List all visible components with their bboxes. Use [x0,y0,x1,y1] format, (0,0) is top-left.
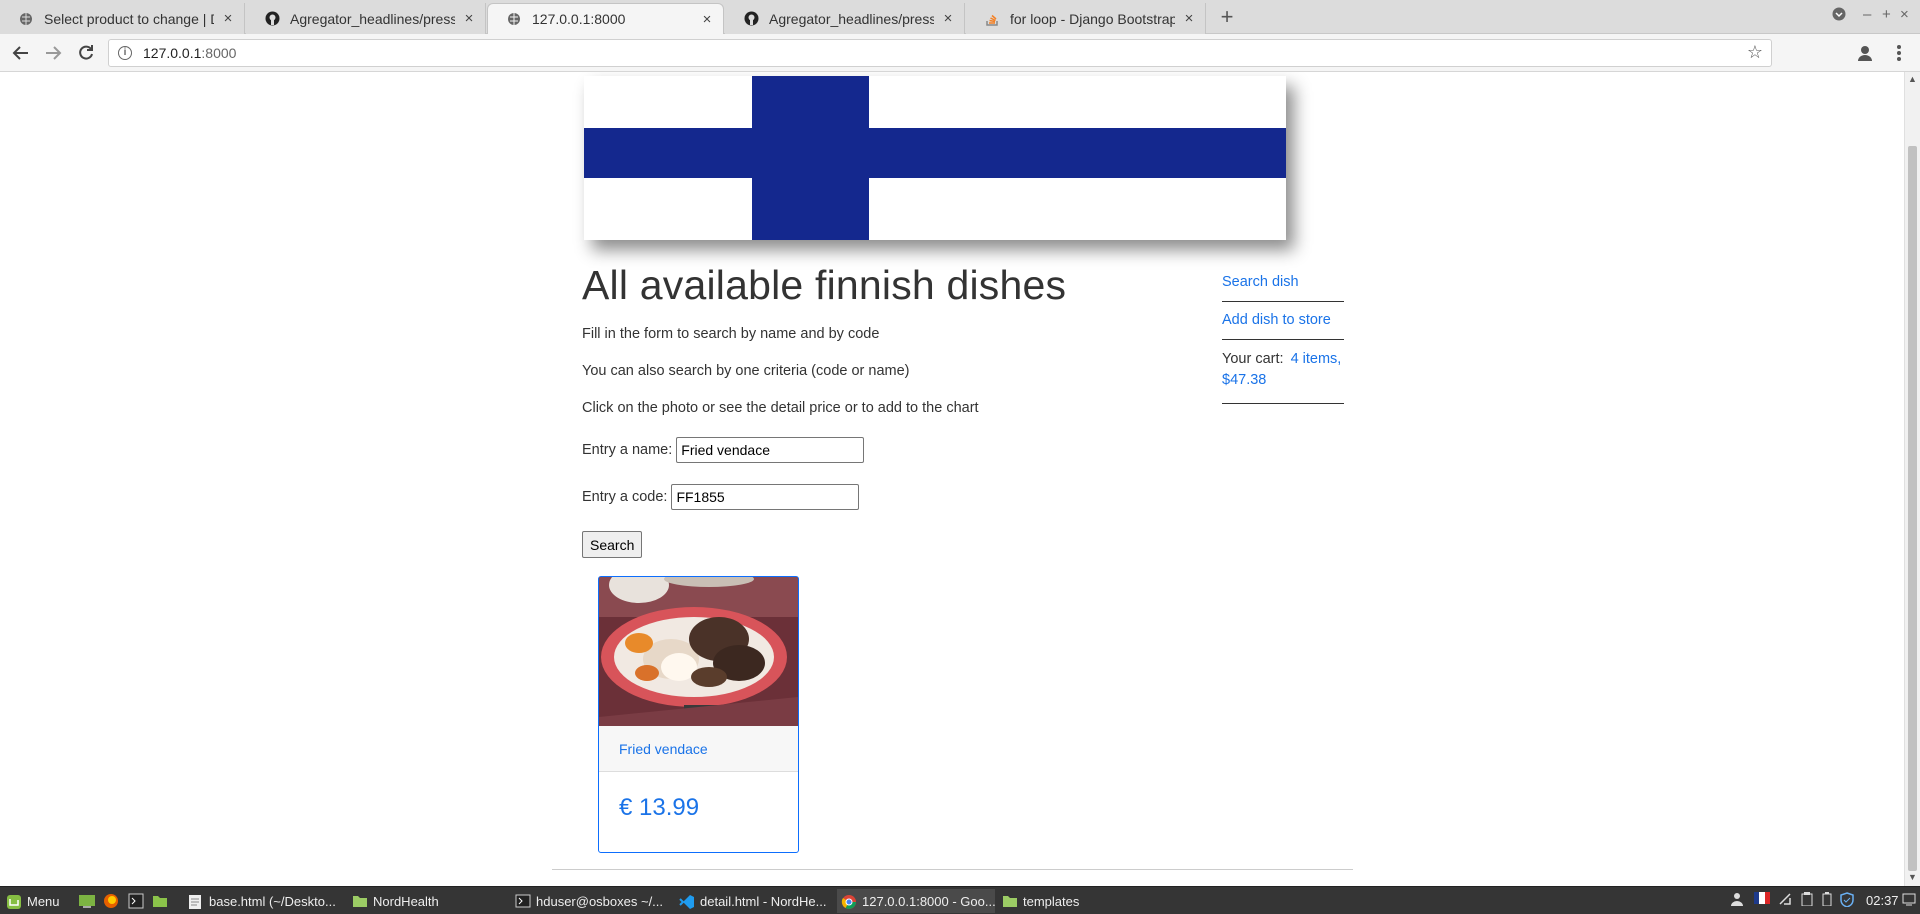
notifications-icon[interactable] [1902,892,1916,909]
address-bar[interactable]: i 127.0.0.1:8000 ☆ [108,39,1772,67]
sidebar-item-add: Add dish to store [1222,302,1344,340]
search-button[interactable]: Search [582,531,643,558]
tab-title: 127.0.0.1:8000 [532,11,626,27]
add-dish-link[interactable]: Add dish to store [1222,312,1331,328]
tab-title: for loop - Django Bootstrap card [1010,10,1175,27]
menu-label: Menu [27,893,60,909]
maximize-button[interactable]: + [1882,6,1891,23]
code-input[interactable] [671,484,860,510]
forward-arrow-icon[interactable] [40,40,66,66]
scroll-up-arrow-icon[interactable]: ▲ [1908,74,1917,84]
tab-title: Agregator_headlines/presses_fr [290,10,455,27]
instruction-text: You can also search by one criteria (cod… [582,363,910,379]
shield-icon[interactable] [1840,892,1854,910]
name-input[interactable] [676,437,865,463]
sidebar-item-search: Search dish [1222,264,1344,302]
close-tab-icon[interactable]: × [461,10,477,27]
instruction-text: Click on the photo or see the detail pri… [582,400,979,416]
taskbar-window-6[interactable]: templates [998,889,1118,913]
clipboard-icon[interactable] [1800,892,1814,909]
taskbar-window-1[interactable]: base.html (~/Deskto... [184,889,344,913]
new-tab-button[interactable]: + [1214,4,1240,30]
page-title: All available finnish dishes [582,262,1067,308]
minimize-button[interactable]: – [1863,6,1871,23]
tab-title: Select product to change | Django [44,10,214,27]
browser-tab-3[interactable]: 127.0.0.1:8000 × [487,3,724,34]
browser-tab-1[interactable]: Select product to change | Django × [0,3,245,34]
close-window-button[interactable]: × [1900,6,1909,23]
clock[interactable]: 02:37 [1866,893,1899,908]
site-info-icon[interactable]: i [118,46,132,60]
folder-icon [1002,894,1018,908]
taskbar-window-2[interactable]: NordHealth [348,889,508,913]
dish-photo[interactable] [599,577,798,726]
terminal-icon [515,894,531,908]
close-tab-icon[interactable]: × [940,10,956,27]
page-scrollbar[interactable]: ▲ ▼ [1904,72,1920,886]
tab-search-icon[interactable] [1832,7,1846,25]
bookmark-star-icon[interactable]: ☆ [1747,42,1763,63]
footer-divider [552,869,1353,870]
cart-total-link[interactable]: $47.38 [1222,372,1266,388]
page-viewport: All available finnish dishes Fill in the… [0,72,1904,886]
profile-icon[interactable] [1852,40,1878,66]
reload-icon[interactable] [73,40,99,66]
flag-horizontal-stripe [584,128,1286,178]
browser-tab-4[interactable]: Agregator_headlines/presses_fr × [725,3,965,34]
github-icon [264,11,280,27]
start-menu-button[interactable]: Menu [2,889,70,913]
close-tab-icon[interactable]: × [1181,10,1197,27]
code-label: Entry a code: [582,489,668,505]
os-taskbar: Menu base.html (~/Deskto... NordHealth h… [0,886,1920,914]
browser-tab-5[interactable]: for loop - Django Bootstrap card × [966,3,1206,34]
card-title-link[interactable]: Fried vendace [599,726,798,772]
user-icon[interactable] [1730,892,1744,909]
main-content: All available finnish dishes Fill in the… [582,262,1182,558]
scrollbar-thumb[interactable] [1908,146,1917,871]
close-tab-icon[interactable]: × [220,10,236,27]
taskbar-window-4[interactable]: detail.html - NordHe... [675,889,835,913]
github-icon [743,11,759,27]
name-label: Entry a name: [582,442,673,458]
firefox-icon[interactable] [99,889,119,913]
terminal-launcher-icon[interactable] [124,889,144,913]
scroll-down-arrow-icon[interactable]: ▼ [1908,872,1917,882]
code-field-row: Entry a code: [582,484,1182,510]
taskbar-window-5[interactable]: 127.0.0.1:8000 - Goo... [837,889,995,913]
battery-icon[interactable] [1822,892,1832,909]
files-launcher-icon[interactable] [148,889,168,913]
globe-icon [18,11,34,27]
globe-icon [506,11,522,27]
show-desktop-icon[interactable] [74,889,96,913]
mint-logo-icon [6,894,22,909]
tab-title: Agregator_headlines/presses_fr [769,10,934,27]
sidebar: Search dish Add dish to store Your cart:… [1222,264,1344,404]
menu-dots-icon[interactable] [1886,40,1912,66]
instruction-text: Fill in the form to search by name and b… [582,326,880,342]
close-tab-icon[interactable]: × [699,11,715,28]
search-dish-link[interactable]: Search dish [1222,274,1299,290]
browser-tab-2[interactable]: Agregator_headlines/presses_fr × [246,3,486,34]
text-editor-icon [188,894,204,909]
card-price: € 13.99 [619,794,700,821]
product-card[interactable]: Fried vendace € 13.99 [598,576,799,853]
sidebar-item-cart: Your cart: 4 items, $47.38 [1222,340,1344,404]
back-arrow-icon[interactable] [8,40,34,66]
stackoverflow-icon [984,11,1000,27]
taskbar-window-3[interactable]: hduser@osboxes ~/... [511,889,671,913]
finnish-flag-banner [584,76,1286,240]
name-field-row: Entry a name: [582,437,1182,463]
chrome-icon [841,894,857,909]
folder-icon [352,894,368,908]
keyboard-layout-flag-icon[interactable] [1754,892,1770,907]
cart-label: Your cart: [1222,351,1284,367]
browser-toolbar: i 127.0.0.1:8000 ☆ [0,34,1920,72]
vscode-icon [679,894,695,909]
network-icon[interactable] [1778,892,1792,909]
cart-items-link[interactable]: 4 items, [1291,351,1342,367]
flag-vertical-stripe [752,76,869,240]
tab-strip: Select product to change | Django × Agre… [0,0,1920,34]
url-text: 127.0.0.1:8000 [143,45,237,61]
